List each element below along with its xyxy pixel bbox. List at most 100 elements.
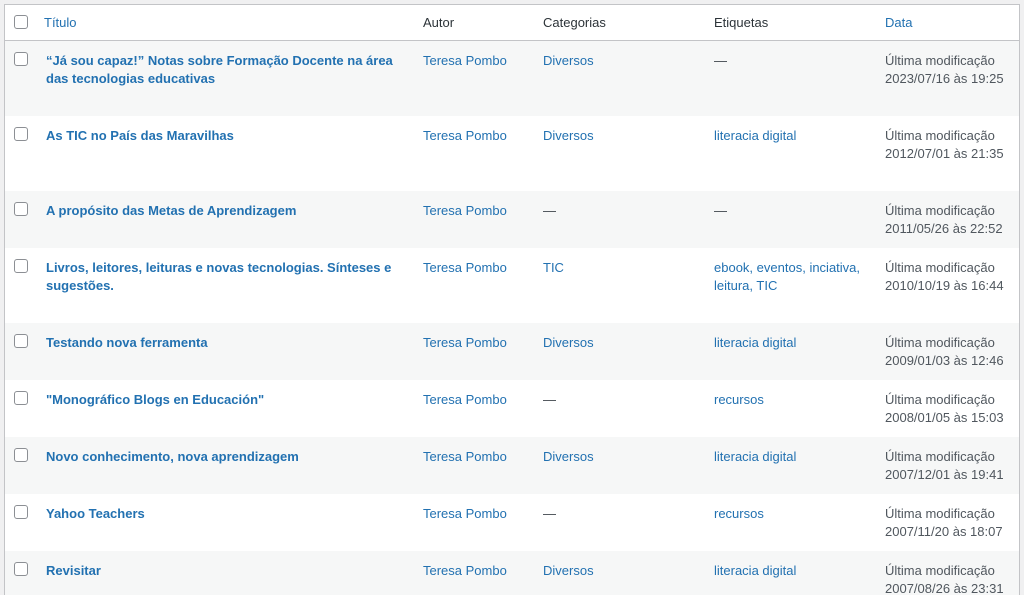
row-checkbox[interactable] — [14, 258, 28, 273]
date-cell: Última modificação 2009/01/03 às 12:46 — [875, 323, 1019, 380]
separator: , — [856, 259, 861, 275]
row-select-cell — [5, 380, 36, 437]
author-link[interactable]: Teresa Pombo — [423, 128, 507, 143]
author-link[interactable]: Teresa Pombo — [423, 563, 507, 578]
empty-placeholder: — — [543, 202, 556, 218]
tag-link[interactable]: literacia digital — [714, 449, 796, 464]
tag-link[interactable]: ebook — [714, 260, 749, 275]
author-link[interactable]: Teresa Pombo — [423, 392, 507, 407]
empty-placeholder: — — [714, 202, 727, 218]
author-link[interactable]: Teresa Pombo — [423, 335, 507, 350]
tag-link[interactable]: recursos — [714, 392, 764, 407]
post-title-link[interactable]: "Monográfico Blogs en Educación" — [46, 392, 264, 407]
author-link[interactable]: Teresa Pombo — [423, 506, 507, 521]
categories-cell: Diversos — [533, 437, 704, 494]
category-link[interactable]: Diversos — [543, 449, 594, 464]
row-checkbox[interactable] — [14, 561, 28, 576]
row-checkbox[interactable] — [14, 333, 28, 348]
tag-link[interactable]: TIC — [756, 278, 777, 293]
tag-link[interactable]: literacia digital — [714, 563, 796, 578]
title-cell: Revisitar — [36, 551, 413, 595]
tags-cell: literacia digital — [704, 551, 875, 595]
sort-by-title-link[interactable]: Título — [44, 15, 77, 30]
author-cell: Teresa Pombo — [413, 437, 533, 494]
table-row: As TIC no País das Maravilhas Teresa Pomb… — [5, 116, 1019, 191]
row-checkbox[interactable] — [14, 390, 28, 405]
category-link[interactable]: Diversos — [543, 53, 594, 68]
row-checkbox[interactable] — [14, 126, 28, 141]
categories-cell: Diversos — [533, 323, 704, 380]
post-title-link[interactable]: Testando nova ferramenta — [46, 335, 208, 350]
date-status: Última modificação — [885, 391, 995, 407]
tag-link[interactable]: inciativa — [809, 260, 856, 275]
row-select-cell — [5, 323, 36, 380]
row-checkbox[interactable] — [14, 201, 28, 216]
category-link[interactable]: TIC — [543, 260, 564, 275]
tags-cell: recursos — [704, 494, 875, 551]
date-cell: Última modificação 2023/07/16 às 19:25 — [875, 41, 1019, 116]
categories-cell: Diversos — [533, 116, 704, 191]
author-link[interactable]: Teresa Pombo — [423, 260, 507, 275]
date-status: Última modificação — [885, 259, 995, 275]
post-title-link[interactable]: Revisitar — [46, 563, 101, 578]
title-cell: “Já sou capaz!” Notas sobre Formação Doc… — [36, 41, 413, 116]
tag-link[interactable]: literacia digital — [714, 128, 796, 143]
date-value: 2007/11/20 às 18:07 — [885, 523, 1003, 539]
date-cell: Última modificação 2012/07/01 às 21:35 — [875, 116, 1019, 191]
date-cell: Última modificação 2007/11/20 às 18:07 — [875, 494, 1019, 551]
category-link[interactable]: Diversos — [543, 335, 594, 350]
column-header-categories: Categorias — [533, 5, 704, 41]
post-title-link[interactable]: As TIC no País das Maravilhas — [46, 128, 234, 143]
column-header-date[interactable]: Data — [875, 5, 1019, 41]
author-cell: Teresa Pombo — [413, 551, 533, 595]
categories-cell: — — [533, 380, 704, 437]
row-checkbox[interactable] — [14, 447, 28, 462]
date-value: 2011/05/26 às 22:52 — [885, 220, 1003, 236]
posts-list-table: Título Autor Categorias Etiquetas Data “… — [4, 4, 1020, 595]
tags-cell: — — [704, 41, 875, 116]
column-header-tags: Etiquetas — [704, 5, 875, 41]
title-cell: Yahoo Teachers — [36, 494, 413, 551]
tags-cell: ebook, eventos, inciativa, leitura, TIC — [704, 248, 875, 323]
date-status: Última modificação — [885, 127, 995, 143]
row-select-cell — [5, 116, 36, 191]
table-body: “Já sou capaz!” Notas sobre Formação Doc… — [5, 40, 1019, 595]
row-checkbox[interactable] — [14, 52, 28, 66]
post-title-link[interactable]: Livros, leitores, leituras e novas tecno… — [46, 260, 391, 293]
author-link[interactable]: Teresa Pombo — [423, 203, 507, 218]
title-cell: Livros, leitores, leituras e novas tecno… — [36, 248, 413, 323]
table-row: Yahoo Teachers Teresa Pombo — recursos Últim… — [5, 494, 1019, 551]
row-checkbox[interactable] — [14, 504, 28, 519]
category-link[interactable]: Diversos — [543, 128, 594, 143]
sort-by-date-link[interactable]: Data — [885, 15, 912, 30]
date-status: Última modificação — [885, 505, 995, 521]
author-link[interactable]: Teresa Pombo — [423, 449, 507, 464]
table-row: “Já sou capaz!” Notas sobre Formação Doc… — [5, 40, 1019, 116]
post-title-link[interactable]: “Já sou capaz!” Notas sobre Formação Doc… — [46, 53, 393, 86]
tag-link[interactable]: recursos — [714, 506, 764, 521]
tag-link[interactable]: eventos — [757, 260, 803, 275]
category-link[interactable]: Diversos — [543, 563, 594, 578]
author-cell: Teresa Pombo — [413, 323, 533, 380]
author-link[interactable]: Teresa Pombo — [423, 53, 507, 68]
row-select-cell — [5, 551, 36, 595]
post-title-link[interactable]: Yahoo Teachers — [46, 506, 145, 521]
select-all-cell — [5, 5, 36, 41]
table-row: Livros, leitores, leituras e novas tecno… — [5, 248, 1019, 323]
title-cell: "Monográfico Blogs en Educación" — [36, 380, 413, 437]
title-cell: Testando nova ferramenta — [36, 323, 413, 380]
empty-placeholder: — — [543, 505, 556, 521]
table-row: Testando nova ferramenta Teresa Pombo Dive… — [5, 322, 1019, 380]
post-title-link[interactable]: A propósito das Metas de Aprendizagem — [46, 203, 296, 218]
tag-link[interactable]: literacia digital — [714, 335, 796, 350]
post-title-link[interactable]: Novo conhecimento, nova aprendizagem — [46, 449, 299, 464]
tags-cell: literacia digital — [704, 116, 875, 191]
date-status: Última modificação — [885, 334, 995, 350]
date-status: Última modificação — [885, 202, 995, 218]
column-header-title[interactable]: Título — [36, 5, 413, 41]
select-all-checkbox[interactable] — [14, 14, 28, 29]
row-select-cell — [5, 494, 36, 551]
table-row: A propósito das Metas de Aprendizagem Ter… — [5, 190, 1019, 248]
tag-link[interactable]: leitura — [714, 278, 749, 293]
date-cell: Última modificação 2011/05/26 às 22:52 — [875, 191, 1019, 248]
